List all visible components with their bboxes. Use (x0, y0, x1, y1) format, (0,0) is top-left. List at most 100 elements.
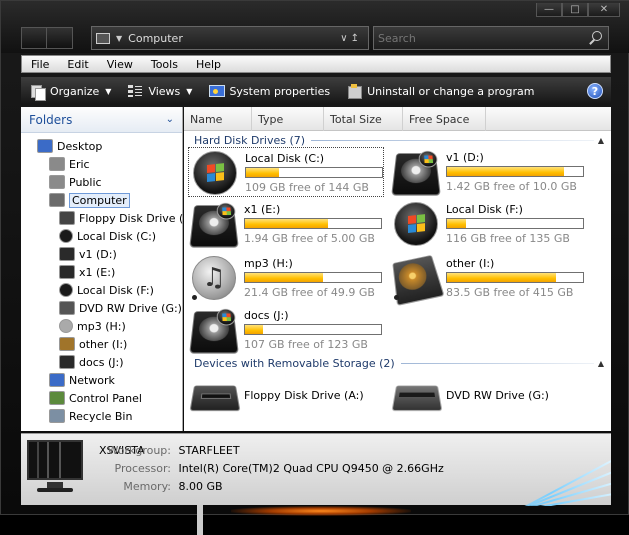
folder-tree-label: other (I:) (79, 337, 128, 351)
drive-tile[interactable]: other (I:) 83.5 GB free of 415 GB (390, 253, 586, 307)
views-label: Views (148, 84, 181, 98)
column-name[interactable]: Name (184, 107, 252, 131)
folder-tree-item[interactable]: v1 (D:) (59, 245, 117, 263)
folders-header[interactable]: Folders ⌄ (21, 107, 182, 133)
folder-tree-label: Control Panel (69, 391, 142, 405)
chevron-down-icon: ▼ (186, 86, 193, 96)
group-hard-disk-drives[interactable]: Hard Disk Drives (7) ▲ (194, 134, 604, 147)
folder-tree-item[interactable]: DVD RW Drive (G:) (59, 299, 182, 317)
music-disk-icon (59, 319, 73, 333)
folder-tree-item[interactable]: Floppy Disk Drive (A:) (59, 209, 199, 227)
folder-tree-item[interactable]: Desktop (37, 137, 102, 155)
folder-tree-item[interactable]: Local Disk (F:) (59, 281, 154, 299)
search-icon[interactable] (588, 30, 604, 46)
menu-tools[interactable]: Tools (142, 58, 187, 71)
user-icon (49, 157, 65, 171)
menu-edit[interactable]: Edit (58, 58, 97, 71)
drive-tile[interactable]: v1 (D:) 1.42 GB free of 10.0 GB (390, 147, 586, 197)
group-divider (311, 140, 594, 141)
views-icon (127, 83, 143, 99)
folder-tree-item[interactable]: Control Panel (49, 389, 142, 407)
menu-file[interactable]: File (22, 58, 58, 71)
navigation-buttons (21, 27, 73, 49)
folder-tree-item[interactable]: Computer (49, 191, 130, 209)
help-icon[interactable]: ? (587, 83, 603, 99)
folder-tree-item[interactable]: Public (49, 173, 102, 191)
folder-tree-item[interactable]: Recycle Bin (49, 407, 132, 425)
usage-bar-fill (447, 167, 564, 176)
menu-view[interactable]: View (98, 58, 142, 71)
memory-label: Memory: (123, 480, 171, 493)
device-tile[interactable]: DVD RW Drive (G:) (390, 377, 590, 417)
drive-name: x1 (E:) (244, 203, 281, 216)
folder-tree-item[interactable]: Eric (49, 155, 90, 173)
chevron-down-icon[interactable]: ⌄ (166, 114, 174, 125)
close-button[interactable]: ✕ (588, 3, 620, 17)
scrollbar[interactable] (197, 505, 203, 535)
memory-value: 8.00 GB (178, 480, 223, 493)
computer-icon (49, 193, 65, 207)
drive-name: other (I:) (446, 257, 495, 270)
column-total-size[interactable]: Total Size (324, 107, 403, 131)
control-panel-icon (49, 391, 65, 405)
drive-free-space: 1.94 GB free of 5.00 GB (244, 232, 375, 245)
device-tile[interactable]: Floppy Disk Drive (A:) (188, 377, 388, 417)
collapse-icon[interactable]: ▲ (598, 359, 604, 368)
drive-tile[interactable]: docs (J:) 107 GB free of 123 GB (188, 305, 384, 355)
drive-tile[interactable]: Local Disk (F:) 116 GB free of 135 GB (390, 199, 586, 249)
folder-tree-item[interactable]: Local Disk (C:) (59, 227, 156, 245)
system-properties-button[interactable]: System properties (200, 83, 338, 99)
hard-disk-icon (189, 308, 239, 354)
chevron-down-icon[interactable]: ▼ (116, 34, 122, 43)
maximize-button[interactable]: □ (562, 3, 588, 17)
drive-tile[interactable]: x1 (E:) 1.94 GB free of 5.00 GB (188, 199, 384, 249)
desktop-icon (37, 139, 53, 153)
usage-bar (446, 272, 584, 283)
folder-tree-item[interactable]: mp3 (H:) (59, 317, 126, 335)
usage-bar (446, 166, 584, 177)
folder-tree-label: Local Disk (C:) (77, 229, 157, 243)
folder-tree-item[interactable]: x1 (E:) (59, 263, 115, 281)
usage-bar-fill (245, 325, 263, 334)
hard-disk-icon (59, 247, 75, 261)
chevron-down-icon: ▼ (105, 86, 112, 96)
memory-row: Memory: 8.00 GB (101, 480, 223, 493)
drive-tile[interactable]: ♫ mp3 (H:) 21.4 GB free of 49.9 GB (188, 253, 384, 303)
drive-tile[interactable]: Local Disk (C:) 109 GB free of 144 GB (188, 147, 384, 197)
usage-bar-fill (245, 273, 323, 282)
uninstall-program-button[interactable]: Uninstall or change a program (338, 83, 542, 99)
drive-name: v1 (D:) (446, 151, 484, 164)
search-input[interactable] (378, 31, 588, 45)
user-icon (49, 175, 65, 189)
column-free-space[interactable]: Free Space (403, 107, 486, 131)
usage-bar (244, 324, 382, 335)
address-path[interactable]: Computer (128, 32, 340, 45)
processor-label: Processor: (114, 462, 172, 475)
collapse-icon[interactable]: ▲ (598, 136, 604, 145)
drive-name: docs (J:) (244, 309, 289, 322)
menu-help[interactable]: Help (187, 58, 230, 71)
folder-tree-label: Network (69, 373, 115, 387)
group-removable-storage[interactable]: Devices with Removable Storage (2) ▲ (194, 357, 604, 370)
group-divider (400, 363, 594, 364)
column-type[interactable]: Type (252, 107, 324, 131)
usage-bar (446, 218, 584, 229)
back-button[interactable] (21, 27, 47, 49)
folder-tree-item[interactable]: other (I:) (59, 335, 127, 353)
search-box[interactable] (373, 26, 609, 50)
workgroup-label: Workgroup: (107, 444, 171, 457)
address-bar[interactable]: ▼ Computer ∨↥ (91, 26, 369, 50)
group-label: Hard Disk Drives (7) (194, 134, 306, 147)
folder-tree-label: Floppy Disk Drive (A:) (79, 211, 199, 225)
minimize-button[interactable]: — (536, 3, 562, 17)
drive-free-space: 21.4 GB free of 49.9 GB (244, 286, 375, 299)
refresh-icon[interactable]: ∨↥ (340, 33, 362, 44)
views-button[interactable]: Views ▼ (119, 83, 200, 99)
hard-disk-icon (59, 355, 75, 369)
organize-button[interactable]: Organize ▼ (21, 83, 119, 101)
folder-tree-item[interactable]: docs (J:) (59, 353, 124, 371)
usage-bar (244, 272, 382, 283)
folder-tree-label: docs (J:) (79, 355, 124, 369)
forward-button[interactable] (47, 27, 73, 49)
folder-tree-item[interactable]: Network (49, 371, 115, 389)
